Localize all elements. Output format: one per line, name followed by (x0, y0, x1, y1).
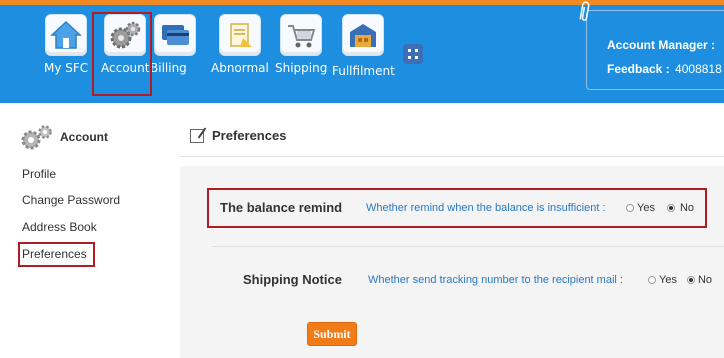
balance-remind-options: Yes No (624, 202, 694, 214)
balance-no-radio[interactable] (666, 204, 675, 212)
account-highlight-box (92, 12, 152, 96)
account-manager-label: Account Manager : (607, 38, 716, 52)
nav-item-my-sfc[interactable]: My SFC (44, 14, 88, 75)
shipping-yes-radio[interactable] (648, 276, 656, 284)
sidebar-item-address-book[interactable]: Address Book (22, 220, 97, 234)
nav-item-abnormal[interactable]: Abnormal (211, 14, 269, 75)
feedback-label: Feedback : (607, 62, 670, 76)
sidebar-title: Account (60, 130, 108, 144)
balance-remind-description: Whether remind when the balance is insuf… (366, 202, 606, 214)
nav-item-billing[interactable]: Billing (150, 14, 196, 75)
header-divider (180, 156, 724, 157)
shipping-yes-label: Yes (659, 274, 677, 286)
edit-icon (190, 128, 204, 143)
nav-item-fullfilment[interactable]: Fullfilment (332, 14, 395, 78)
shipping-no-radio[interactable] (686, 276, 695, 284)
feedback-value: 4008818 (675, 62, 722, 76)
shipping-notice-description: Whether send tracking number to the reci… (368, 274, 623, 286)
page-header: Preferences (190, 128, 286, 143)
shipping-notice-options: Yes No (646, 274, 712, 286)
gear-icon (18, 124, 58, 150)
page-title: Preferences (212, 128, 287, 143)
feedback-line: Feedback : 4008818 (607, 62, 722, 76)
sidebar-item-change-password[interactable]: Change Password (22, 193, 120, 207)
submit-button[interactable]: Submit (307, 322, 357, 346)
nav-label: My SFC (44, 61, 89, 75)
nav-item-shipping[interactable]: Shipping (275, 14, 327, 75)
row-divider (212, 246, 724, 247)
apps-grid-icon[interactable] (403, 44, 423, 64)
nav-label: Abnormal (211, 61, 269, 75)
balance-no-label: No (679, 202, 695, 214)
balance-yes-label: Yes (637, 202, 655, 214)
shipping-notice-label: Shipping Notice (243, 272, 342, 287)
nav-label: Fullfilment (332, 64, 395, 78)
nav-label: Billing (150, 61, 187, 75)
home-icon (45, 14, 88, 56)
preferences-highlight-box (18, 242, 95, 267)
document-warning-icon (218, 14, 261, 56)
balance-remind-label: The balance remind (220, 200, 343, 215)
sidebar-item-profile[interactable]: Profile (22, 167, 56, 181)
credit-card-icon (154, 14, 196, 56)
sidebar-header: Account (18, 124, 108, 150)
warehouse-icon (342, 14, 385, 56)
shipping-no-label: No (697, 274, 713, 286)
nav-label: Shipping (275, 61, 328, 75)
balance-yes-radio[interactable] (626, 204, 634, 212)
cart-icon (280, 14, 323, 56)
